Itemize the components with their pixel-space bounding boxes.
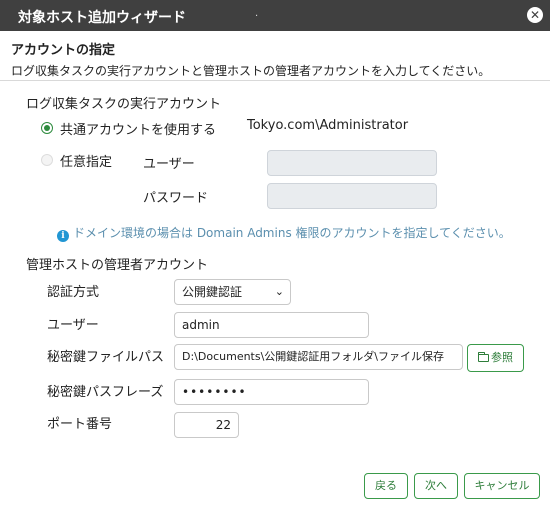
exec-password-input[interactable] bbox=[267, 183, 437, 209]
custom-account-label: 任意指定 bbox=[60, 155, 113, 170]
auth-method-value: 公開鍵認証 bbox=[182, 285, 243, 299]
exec-password-label: パスワード bbox=[143, 191, 209, 206]
admin-user-input[interactable]: admin bbox=[174, 312, 369, 338]
port-label: ポート番号 bbox=[47, 417, 113, 432]
chevron-down-icon: ⌄ bbox=[274, 285, 284, 298]
auth-method-select[interactable]: 公開鍵認証 ⌄ bbox=[174, 279, 291, 305]
custom-account-radio[interactable] bbox=[41, 154, 53, 166]
window-title: 対象ホスト追加ウィザード bbox=[18, 10, 186, 26]
cancel-button[interactable]: キャンセル bbox=[464, 473, 540, 499]
info-icon: i bbox=[57, 230, 69, 242]
admin-account-title: 管理ホストの管理者アカウント bbox=[26, 258, 209, 273]
back-button[interactable]: 戻る bbox=[364, 473, 408, 499]
passphrase-input[interactable]: •••••••• bbox=[174, 379, 369, 405]
port-input[interactable]: 22 bbox=[174, 412, 239, 438]
browse-label: 参照 bbox=[491, 351, 513, 364]
section-divider bbox=[0, 80, 550, 81]
key-file-label: 秘密鍵ファイルパス bbox=[47, 350, 165, 365]
title-bar: 対象ホスト追加ウィザード . ✕ bbox=[0, 0, 550, 31]
section-description: ログ収集タスクの実行アカウントと管理ホストの管理者アカウントを入力してください。 bbox=[11, 64, 491, 78]
domain-info: i ドメイン環境の場合は Domain Admins 権限のアカウントを指定してく… bbox=[57, 224, 511, 242]
admin-user-label: ユーザー bbox=[47, 318, 99, 333]
auth-method-label: 認証方式 bbox=[47, 285, 100, 300]
title-dot: . bbox=[255, 8, 259, 19]
shared-account-label: 共通アカウントを使用する bbox=[60, 123, 217, 138]
folder-icon bbox=[478, 352, 489, 362]
passphrase-label: 秘密鍵パスフレーズ bbox=[47, 385, 164, 400]
key-file-input[interactable]: D:\Documents\公開鍵認証用フォルダ\ファイル保存 bbox=[174, 344, 463, 370]
close-icon[interactable]: ✕ bbox=[527, 7, 543, 23]
next-button[interactable]: 次へ bbox=[414, 473, 458, 499]
exec-account-title: ログ収集タスクの実行アカウント bbox=[26, 97, 222, 112]
shared-account-value: Tokyo.com\Administrator bbox=[247, 118, 409, 133]
domain-info-text: ドメイン環境の場合は Domain Admins 権限のアカウントを指定してくだ… bbox=[73, 226, 511, 240]
browse-button[interactable]: 参照 bbox=[467, 344, 524, 372]
section-title: アカウントの指定 bbox=[11, 43, 116, 58]
shared-account-radio[interactable] bbox=[41, 122, 53, 134]
exec-user-label: ユーザー bbox=[143, 157, 195, 172]
exec-user-input[interactable] bbox=[267, 150, 437, 176]
